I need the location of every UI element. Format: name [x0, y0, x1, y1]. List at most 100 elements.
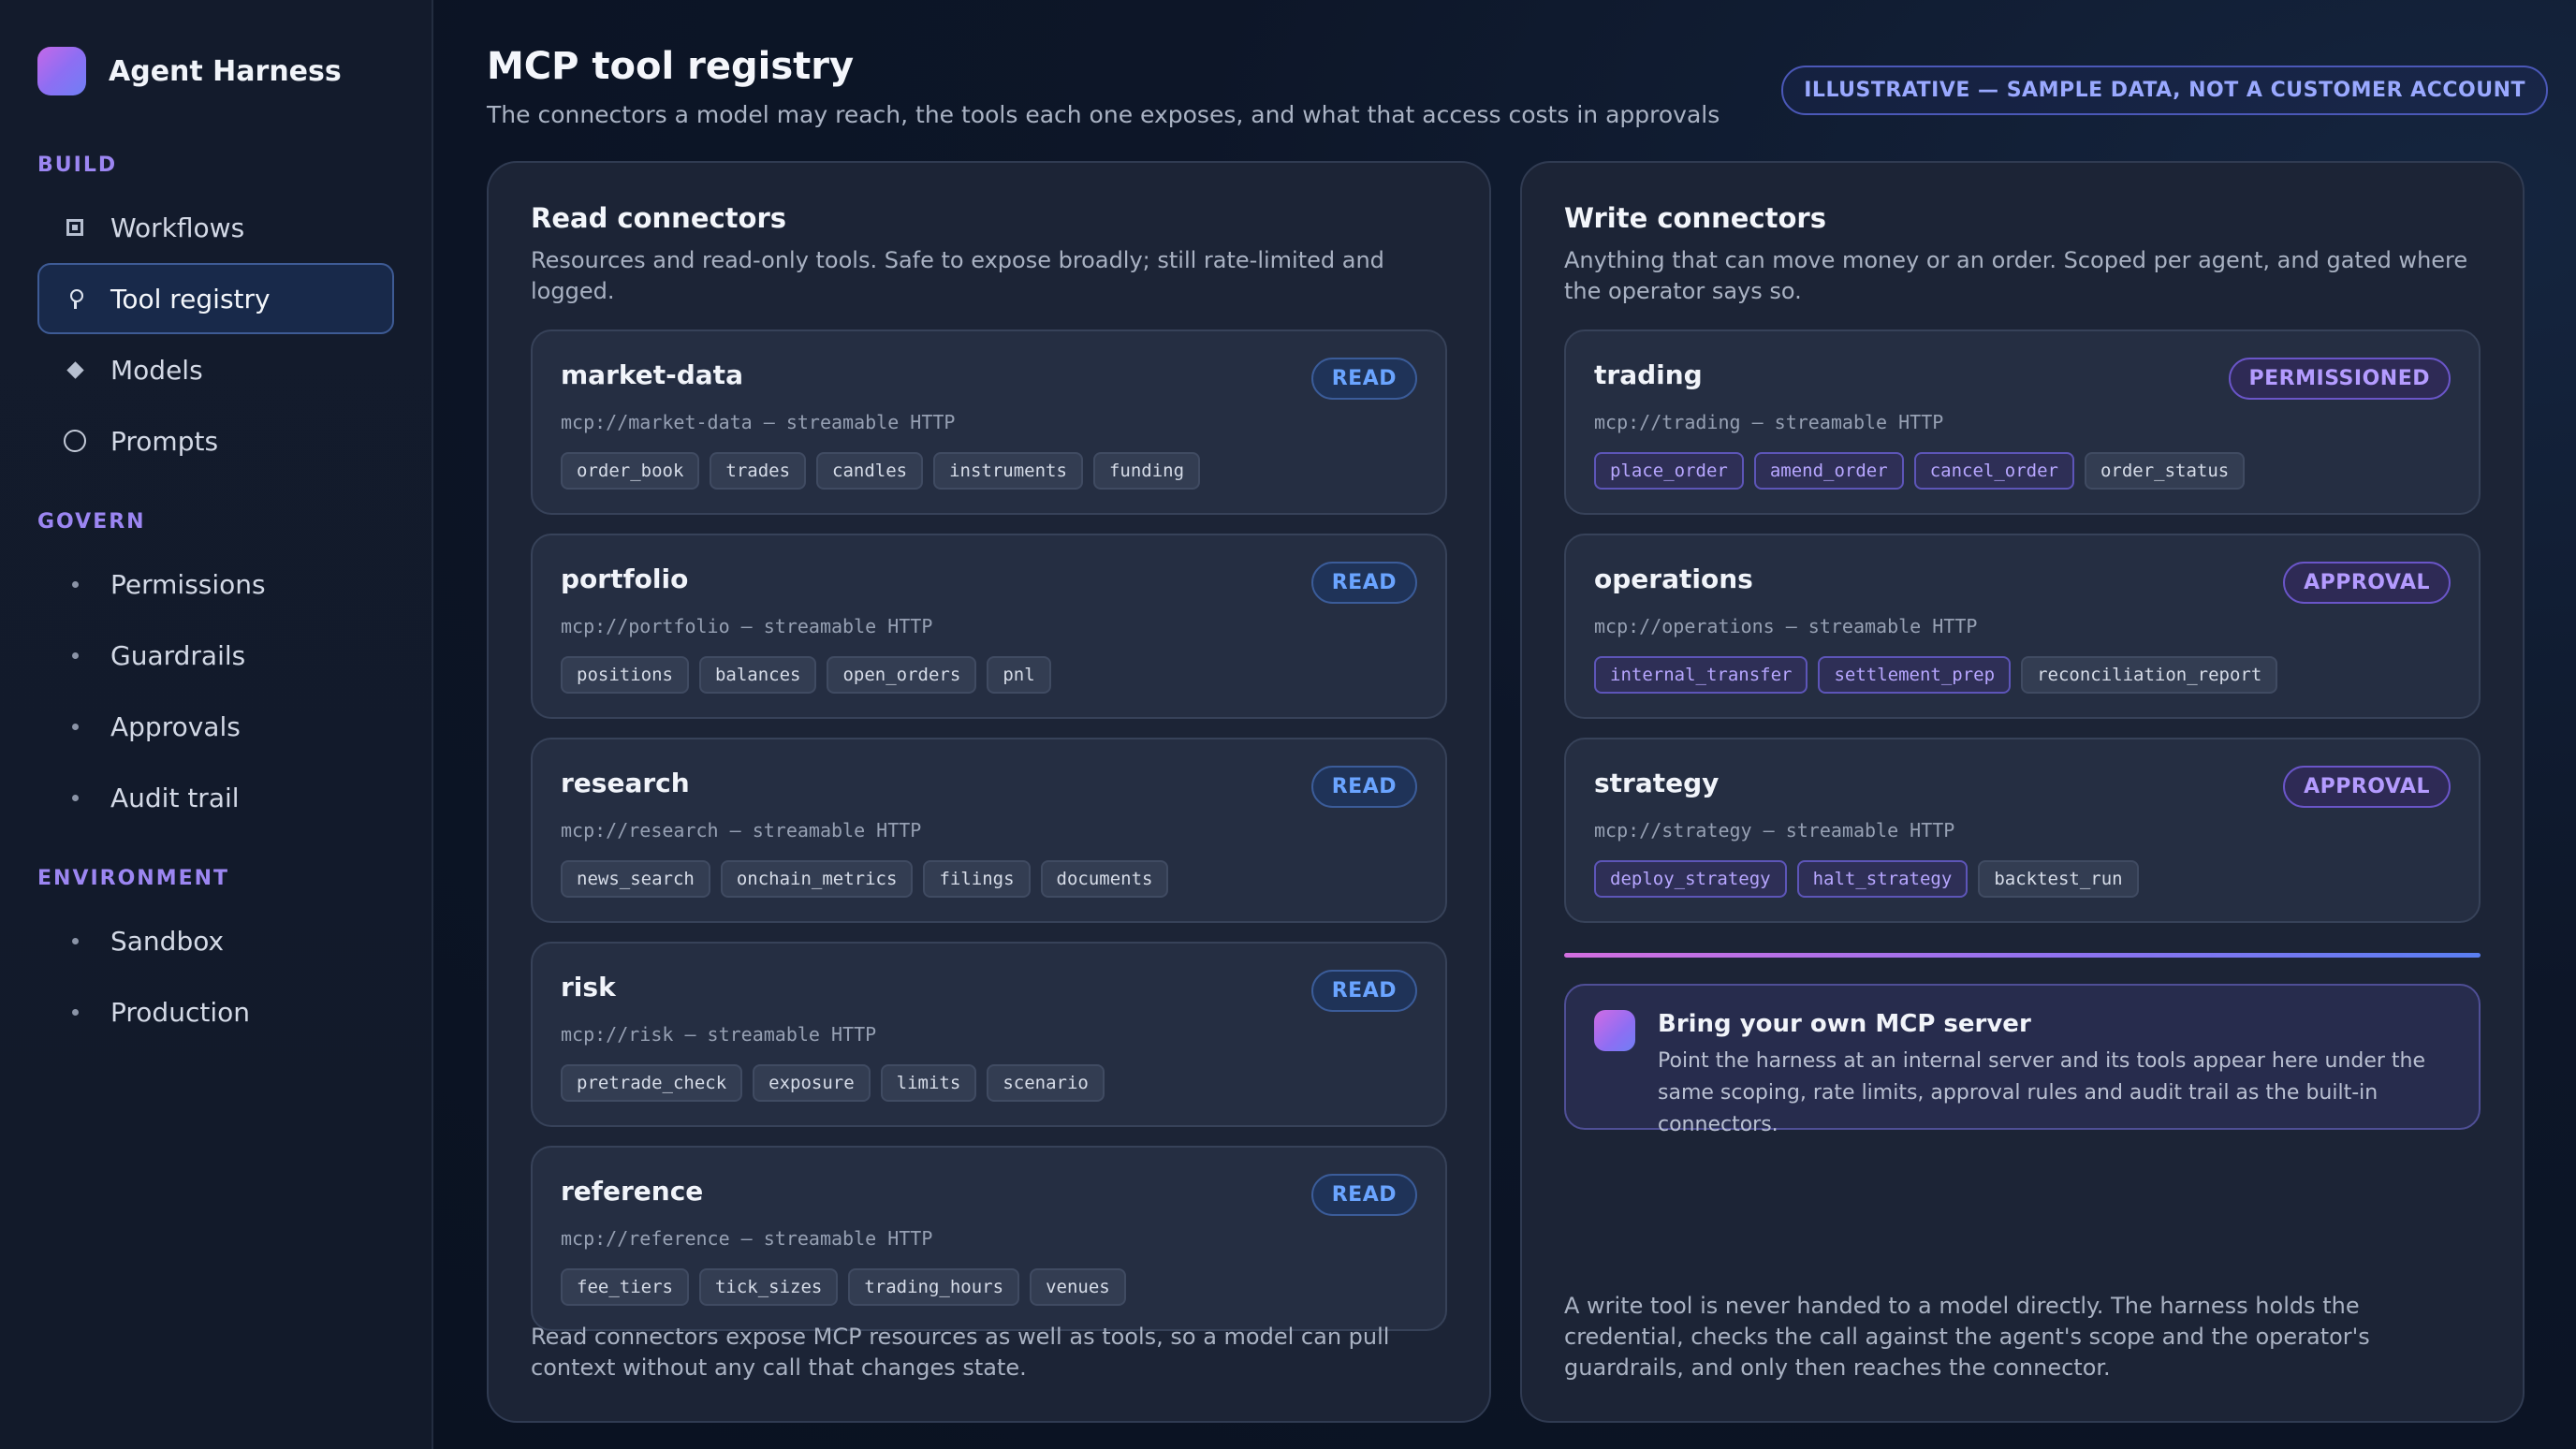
connector-card-strategy[interactable]: strategy APPROVAL mcp://strategy — streama…	[1564, 738, 2481, 923]
tool-tag[interactable]: reconciliation_report	[2021, 656, 2278, 694]
panel-title: Read connectors	[531, 202, 787, 234]
tool-tag[interactable]: balances	[698, 656, 817, 694]
page-subtitle: The connectors a model may reach, the to…	[487, 101, 1720, 128]
tool-tag[interactable]: internal_transfer	[1594, 656, 1808, 694]
sidebar-item-label: Workflows	[110, 212, 245, 243]
connector-name: risk	[561, 972, 616, 1003]
tool-tag[interactable]: funding	[1092, 452, 1201, 490]
connector-card-trading[interactable]: trading PERMISSIONED mcp://trading — strea…	[1564, 329, 2481, 515]
gradient-divider	[1564, 953, 2481, 958]
connector-name: portfolio	[561, 564, 689, 594]
sidebar-item-label: Sandbox	[110, 925, 225, 957]
tool-tag[interactable]: instruments	[933, 452, 1083, 490]
bullet-icon	[64, 644, 86, 666]
tool-tag[interactable]: open_orders	[827, 656, 977, 694]
byo-mcp-server-card[interactable]: Bring your own MCP server Point the harn…	[1564, 984, 2481, 1136]
byo-logo-icon	[1594, 1010, 1635, 1051]
connector-card-reference[interactable]: reference READ mcp://reference — streamabl…	[531, 1146, 1447, 1331]
access-badge: READ	[1310, 358, 1417, 400]
tool-tag[interactable]: candles	[816, 452, 924, 490]
connector-card-research[interactable]: research READ mcp://research — streamable …	[531, 738, 1447, 923]
tool-tag[interactable]: cancel_order	[1913, 452, 2074, 490]
sidebar-item-approvals[interactable]: Approvals	[37, 691, 394, 762]
main-content: MCP tool registry The connectors a model…	[433, 0, 2576, 1449]
connector-name: research	[561, 768, 690, 798]
sidebar-item-audit-trail[interactable]: Audit trail	[37, 762, 394, 833]
read-panel-footer: Read connectors expose MCP resources as …	[531, 1324, 1390, 1381]
connector-name: market-data	[561, 359, 743, 390]
pin-icon	[64, 287, 86, 310]
tool-tag[interactable]: order_status	[2084, 452, 2246, 490]
sidebar-item-guardrails[interactable]: Guardrails	[37, 620, 394, 691]
sidebar-item-models[interactable]: Models	[37, 334, 394, 405]
tool-tag[interactable]: tick_sizes	[698, 1268, 839, 1306]
tool-tag[interactable]: pnl	[987, 656, 1051, 694]
tool-tag[interactable]: scenario	[987, 1064, 1105, 1102]
tool-tag[interactable]: venues	[1030, 1268, 1126, 1306]
tool-tag[interactable]: place_order	[1594, 452, 1744, 490]
sidebar-item-label: Permissions	[110, 568, 266, 600]
tool-list: news_search onchain_metrics filings documen…	[561, 860, 1417, 898]
tool-tag[interactable]: news_search	[561, 860, 710, 898]
connector-name: reference	[561, 1176, 704, 1207]
panel-description: Anything that can move money or an order…	[1564, 247, 2468, 304]
nav-section-environment: ENVIRONMENT Sandbox Production	[37, 867, 394, 1047]
bullet-icon	[64, 786, 86, 809]
tool-tag[interactable]: positions	[561, 656, 689, 694]
sidebar-item-prompts[interactable]: Prompts	[37, 405, 394, 476]
access-badge: READ	[1310, 970, 1417, 1012]
connector-uri: mcp://portfolio — streamable HTTP	[561, 615, 933, 637]
tool-tag[interactable]: halt_strategy	[1796, 860, 1969, 898]
nav-heading: BUILD	[37, 154, 118, 177]
tool-tag[interactable]: filings	[923, 860, 1031, 898]
sidebar-item-label: Production	[110, 996, 250, 1028]
sidebar-item-workflows[interactable]: Workflows	[37, 192, 394, 263]
tool-tag[interactable]: amend_order	[1753, 452, 1904, 490]
bullet-icon	[64, 573, 86, 595]
brand-name: Agent Harness	[109, 54, 342, 88]
sidebar-item-label: Prompts	[110, 425, 219, 457]
page-title: MCP tool registry	[487, 45, 855, 88]
tool-tag[interactable]: exposure	[753, 1064, 871, 1102]
tool-list: order_book trades candles instruments fundin…	[561, 452, 1417, 490]
access-badge: READ	[1310, 766, 1417, 808]
tool-tag[interactable]: documents	[1040, 860, 1169, 898]
tool-tag[interactable]: fee_tiers	[561, 1268, 689, 1306]
sidebar-item-tool-registry[interactable]: Tool registry	[37, 263, 394, 334]
read-connectors-panel: Read connectors Resources and read-only …	[487, 161, 1491, 1423]
connector-card-portfolio[interactable]: portfolio READ mcp://portfolio — streamabl…	[531, 534, 1447, 719]
nav-section-govern: GOVERN Permissions Guardrails Approvals Audi…	[37, 510, 394, 833]
nav-heading: GOVERN	[37, 510, 146, 534]
tool-tag[interactable]: order_book	[561, 452, 700, 490]
bullet-icon	[64, 1001, 86, 1023]
panel-description: Resources and read-only tools. Safe to e…	[531, 247, 1384, 304]
tool-tag[interactable]: limits	[880, 1064, 977, 1102]
tool-tag[interactable]: onchain_metrics	[720, 860, 914, 898]
tool-tag[interactable]: backtest_run	[1978, 860, 2139, 898]
access-badge: PERMISSIONED	[2228, 358, 2451, 400]
sidebar-item-production[interactable]: Production	[37, 976, 394, 1047]
connector-uri: mcp://risk — streamable HTTP	[561, 1023, 877, 1046]
tool-list: positions balances open_orders pnl	[561, 656, 1417, 694]
tool-list: internal_transfer settlement_prep reconcil…	[1594, 656, 2451, 694]
sidebar-item-sandbox[interactable]: Sandbox	[37, 905, 394, 976]
access-badge: READ	[1310, 1174, 1417, 1216]
tool-tag[interactable]: settlement_prep	[1818, 656, 2012, 694]
sidebar-nav: BUILD Workflows Tool registry Models Prompts…	[37, 154, 394, 1047]
byo-description: Point the harness at an internal server …	[1658, 1049, 2426, 1136]
tool-tag[interactable]: trading_hours	[848, 1268, 1020, 1306]
bullet-icon	[64, 715, 86, 738]
connector-card-risk[interactable]: risk READ mcp://risk — streamable HTTP pret…	[531, 942, 1447, 1127]
tool-tag[interactable]: pretrade_check	[561, 1064, 743, 1102]
tool-tag[interactable]: trades	[710, 452, 807, 490]
tool-tag[interactable]: deploy_strategy	[1594, 860, 1787, 898]
access-badge: APPROVAL	[2283, 766, 2451, 808]
connector-card-market-data[interactable]: market-data READ mcp://market-data — strea…	[531, 329, 1447, 515]
tool-list: place_order amend_order cancel_order order_…	[1594, 452, 2451, 490]
sidebar-item-permissions[interactable]: Permissions	[37, 549, 394, 620]
square-icon	[64, 216, 86, 239]
brand[interactable]: Agent Harness	[37, 47, 394, 95]
tool-list: deploy_strategy halt_strategy backtest_run	[1594, 860, 2451, 898]
connector-uri: mcp://market-data — streamable HTTP	[561, 411, 956, 433]
connector-card-operations[interactable]: operations APPROVAL mcp://operations — str…	[1564, 534, 2481, 719]
